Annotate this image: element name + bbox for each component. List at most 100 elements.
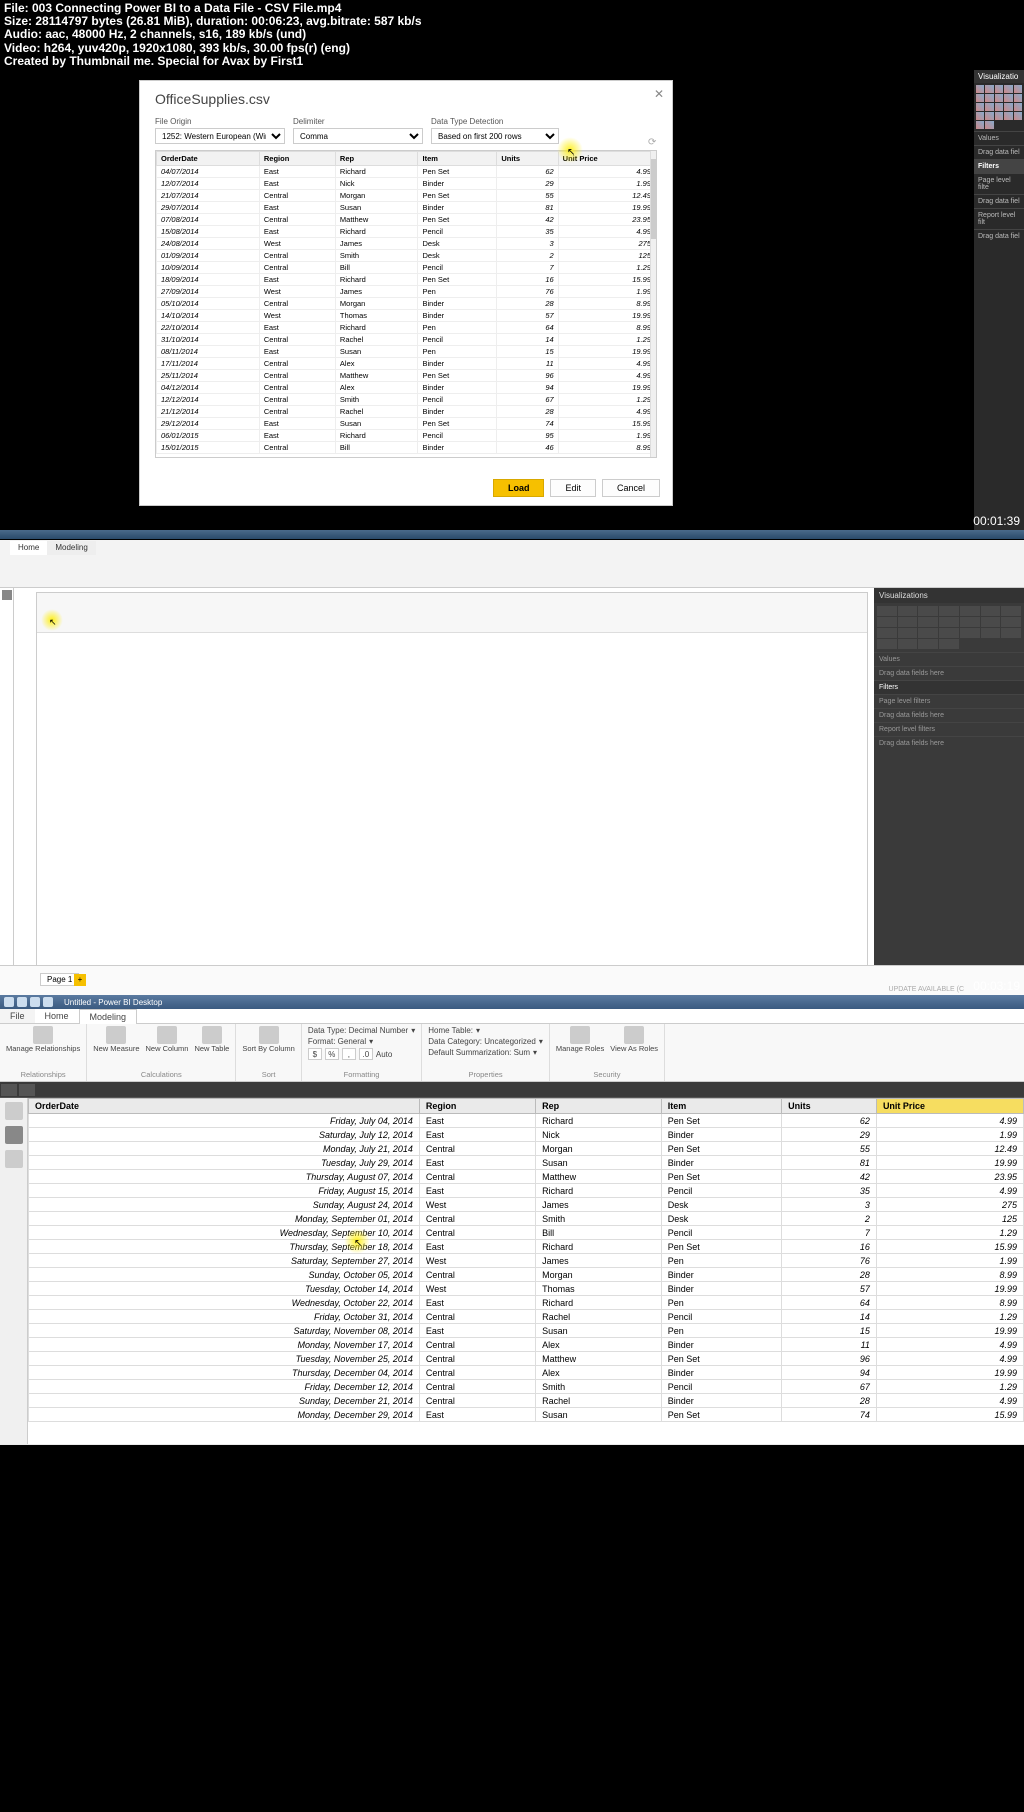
viz-icon[interactable]	[985, 112, 993, 120]
cell[interactable]: 2	[782, 1212, 877, 1226]
table-row[interactable]: Thursday, December 04, 2014CentralAlexBi…	[29, 1366, 1024, 1380]
cell[interactable]: Smith	[536, 1380, 662, 1394]
cell[interactable]: 4.99	[876, 1338, 1023, 1352]
cell[interactable]: Pen Set	[418, 418, 497, 430]
column-header[interactable]: Units	[782, 1099, 877, 1114]
cell[interactable]: 29	[782, 1128, 877, 1142]
cell[interactable]: 23.95	[558, 214, 655, 226]
cell[interactable]: Central	[259, 262, 335, 274]
table-row[interactable]: Thursday, August 07, 2014CentralMatthewP…	[29, 1170, 1024, 1184]
cell[interactable]: Susan	[536, 1408, 662, 1422]
cell[interactable]: East	[419, 1184, 535, 1198]
cell[interactable]: Matthew	[335, 214, 418, 226]
cell[interactable]: Central	[419, 1212, 535, 1226]
new-column-button[interactable]: New Column	[146, 1026, 189, 1053]
cell[interactable]: Pen	[661, 1254, 781, 1268]
cell[interactable]: Pen Set	[418, 370, 497, 382]
cell[interactable]: 76	[497, 286, 558, 298]
tab-file[interactable]: File	[0, 1009, 35, 1023]
cell[interactable]: West	[419, 1282, 535, 1296]
cell[interactable]: Pen Set	[661, 1114, 781, 1128]
cell[interactable]: Alex	[536, 1366, 662, 1380]
cell[interactable]: 12.49	[876, 1142, 1023, 1156]
column-header[interactable]: Region	[259, 152, 335, 166]
cell[interactable]: Tuesday, November 25, 2014	[29, 1352, 420, 1366]
table-row[interactable]: Tuesday, October 14, 2014WestThomasBinde…	[29, 1282, 1024, 1296]
tab-home[interactable]: Home	[35, 1009, 79, 1023]
viz-icon[interactable]	[960, 628, 980, 638]
viz-icon[interactable]	[918, 617, 938, 627]
viz-icon[interactable]	[939, 639, 959, 649]
cell[interactable]: 29/07/2014	[157, 202, 260, 214]
cell[interactable]: East	[259, 226, 335, 238]
cell[interactable]: 3	[497, 238, 558, 250]
edit-button[interactable]: Edit	[550, 479, 596, 497]
viz-icon[interactable]	[1014, 103, 1022, 111]
cell[interactable]: East	[259, 274, 335, 286]
viz-icon[interactable]	[1014, 94, 1022, 102]
cell[interactable]: Susan	[335, 346, 418, 358]
table-row[interactable]: 21/12/2014CentralRachelBinder284.99	[157, 406, 656, 418]
cell[interactable]: Binder	[418, 298, 497, 310]
cell[interactable]: Alex	[536, 1338, 662, 1352]
cell[interactable]: Sunday, August 24, 2014	[29, 1198, 420, 1212]
cell[interactable]: 19.99	[558, 310, 655, 322]
cell[interactable]: Susan	[335, 202, 418, 214]
table-row[interactable]: 18/09/2014EastRichardPen Set1615.99	[157, 274, 656, 286]
cell[interactable]: Central	[259, 214, 335, 226]
cell[interactable]: Friday, October 31, 2014	[29, 1310, 420, 1324]
cell[interactable]: Smith	[536, 1212, 662, 1226]
cell[interactable]: East	[419, 1114, 535, 1128]
data-type-select[interactable]: Data Type: Decimal Number	[308, 1026, 408, 1035]
cell[interactable]: Nick	[536, 1128, 662, 1142]
cell[interactable]: 4.99	[558, 358, 655, 370]
cell[interactable]: 04/07/2014	[157, 166, 260, 178]
cell[interactable]: 28	[497, 298, 558, 310]
cell[interactable]: Binder	[418, 202, 497, 214]
viz-icon[interactable]	[898, 617, 918, 627]
tab-home[interactable]: Home	[10, 541, 47, 555]
format-select[interactable]: Format: General	[308, 1037, 366, 1046]
cell[interactable]: Central	[259, 370, 335, 382]
cell[interactable]: 8.99	[876, 1296, 1023, 1310]
cell[interactable]: 67	[782, 1380, 877, 1394]
viz-icon[interactable]	[985, 94, 993, 102]
cell[interactable]: 15/01/2015	[157, 442, 260, 454]
cell[interactable]: Tuesday, July 29, 2014	[29, 1156, 420, 1170]
cell[interactable]: 64	[497, 322, 558, 334]
undo-icon[interactable]	[30, 997, 40, 1007]
cell[interactable]: Bill	[335, 442, 418, 454]
cell[interactable]: Monday, December 29, 2014	[29, 1408, 420, 1422]
cell[interactable]: Binder	[661, 1128, 781, 1142]
cell[interactable]: Richard	[536, 1114, 662, 1128]
cell[interactable]: Pencil	[661, 1226, 781, 1240]
cell[interactable]: 1.99	[558, 178, 655, 190]
table-row[interactable]: Sunday, December 21, 2014CentralRachelBi…	[29, 1394, 1024, 1408]
viz-icon[interactable]	[939, 628, 959, 638]
cell[interactable]: Pencil	[661, 1310, 781, 1324]
column-header[interactable]: OrderDate	[157, 152, 260, 166]
column-header[interactable]: Rep	[335, 152, 418, 166]
table-row[interactable]: 12/07/2014EastNickBinder291.99	[157, 178, 656, 190]
cell[interactable]: West	[419, 1254, 535, 1268]
cell[interactable]: 94	[497, 382, 558, 394]
cell[interactable]: East	[259, 418, 335, 430]
cell[interactable]: Central	[259, 334, 335, 346]
report-canvas[interactable]: ↖	[14, 588, 874, 984]
cell[interactable]: 125	[558, 250, 655, 262]
cell[interactable]: Central	[419, 1366, 535, 1380]
save-icon[interactable]	[17, 997, 27, 1007]
cell[interactable]: Friday, December 12, 2014	[29, 1380, 420, 1394]
cell[interactable]: Pen	[418, 286, 497, 298]
cell[interactable]: Alex	[335, 382, 418, 394]
cell[interactable]: Matthew	[335, 370, 418, 382]
cell[interactable]: Central	[419, 1310, 535, 1324]
cell[interactable]: 22/10/2014	[157, 322, 260, 334]
viz-icon[interactable]	[981, 617, 1001, 627]
cell[interactable]: Pen Set	[661, 1170, 781, 1184]
viz-icon[interactable]	[960, 617, 980, 627]
table-row[interactable]: 01/09/2014CentralSmithDesk2125	[157, 250, 656, 262]
redo-icon[interactable]	[43, 997, 53, 1007]
viz-icon[interactable]	[976, 94, 984, 102]
detection-select[interactable]: Based on first 200 rows	[431, 128, 559, 144]
